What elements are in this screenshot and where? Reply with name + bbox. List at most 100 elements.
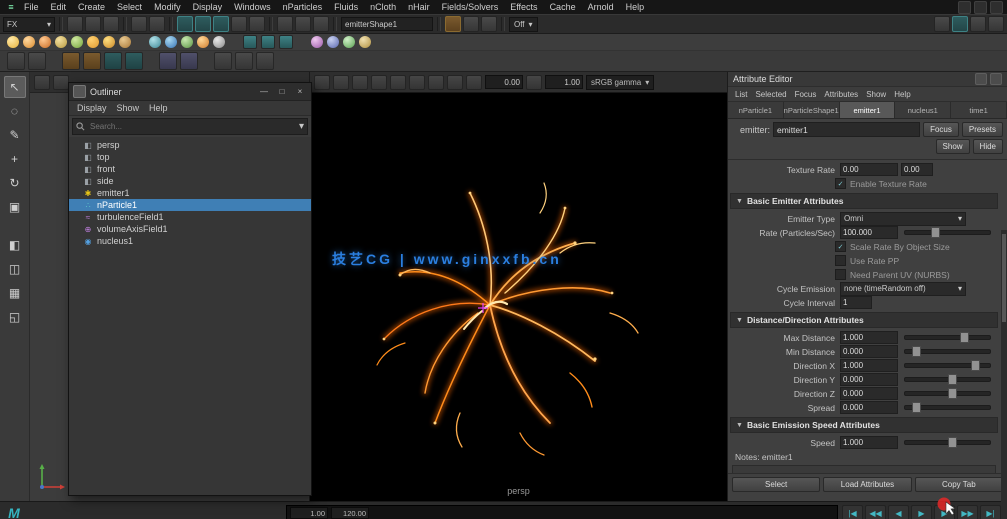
- scrollbar-thumb[interactable]: [1002, 234, 1006, 322]
- slider-knob[interactable]: [948, 374, 957, 385]
- paint-select-tool-icon[interactable]: ✎: [4, 124, 26, 146]
- exposure-field[interactable]: 0.00: [485, 75, 523, 89]
- shelf-emitter-icon[interactable]: [7, 36, 19, 48]
- layout-split-pane-icon[interactable]: ◱: [4, 306, 26, 328]
- menu-select[interactable]: Select: [111, 0, 148, 14]
- ae-menu-help[interactable]: Help: [890, 90, 914, 99]
- direction-z-field[interactable]: 0.000: [840, 387, 898, 400]
- menu-nparticles[interactable]: nParticles: [277, 0, 329, 14]
- max-distance-field[interactable]: 1.000: [840, 331, 898, 344]
- left-viewport-pane[interactable]: Outliner — □ × Display Show Help ▾: [30, 72, 310, 501]
- open-scene-icon[interactable]: [85, 16, 101, 32]
- snap-point-icon[interactable]: [213, 16, 229, 32]
- menu-file[interactable]: File: [18, 0, 45, 14]
- current-frame-field[interactable]: 1.00: [290, 507, 328, 519]
- layout-four-pane-icon[interactable]: ▦: [4, 282, 26, 304]
- max-distance-slider[interactable]: [904, 335, 991, 340]
- need-parent-uv-checkbox[interactable]: [835, 269, 846, 280]
- rate-field[interactable]: 100.000: [840, 226, 898, 239]
- outliner-search-bar[interactable]: ▾: [72, 118, 308, 135]
- use-rate-pp-checkbox[interactable]: [835, 255, 846, 266]
- gamma-icon[interactable]: [526, 75, 542, 90]
- view-transform-selector[interactable]: sRGB gamma ▾: [586, 75, 654, 90]
- tab-nucleus1[interactable]: nucleus1: [895, 102, 951, 118]
- grease-pencil-icon[interactable]: [447, 75, 463, 90]
- direction-x-field[interactable]: 1.000: [840, 359, 898, 372]
- snap-grid-icon[interactable]: [177, 16, 193, 32]
- shelf-fireworks-icon[interactable]: [55, 36, 67, 48]
- shelf-gravity-icon[interactable]: [327, 36, 339, 48]
- shelf-render-icon[interactable]: [62, 52, 80, 70]
- shelf-nconstraint-icon[interactable]: [261, 35, 275, 49]
- slider-knob[interactable]: [971, 360, 980, 371]
- tab-emitter1[interactable]: emitter1: [840, 102, 896, 118]
- symmetry-selector[interactable]: Off ▾: [509, 17, 538, 32]
- menu-ncloth[interactable]: nCloth: [364, 0, 402, 14]
- ae-menu-focus[interactable]: Focus: [791, 90, 821, 99]
- section-basic-emission-speed[interactable]: ▼ Basic Emission Speed Attributes: [730, 417, 998, 433]
- outliner-titlebar[interactable]: Outliner — □ ×: [69, 83, 311, 101]
- outliner-item-emitter1[interactable]: ✱ emitter1: [69, 187, 311, 199]
- select-camera-icon[interactable]: [314, 75, 330, 90]
- slider-knob[interactable]: [912, 402, 921, 413]
- shelf-playblast-icon[interactable]: [104, 52, 122, 70]
- play-button[interactable]: ▶: [911, 505, 932, 519]
- slider-knob[interactable]: [960, 332, 969, 343]
- shelf-paint-effects-icon[interactable]: [159, 52, 177, 70]
- camera-attributes-icon[interactable]: [352, 75, 368, 90]
- next-key-button[interactable]: ▶▶: [957, 505, 978, 519]
- scale-tool-icon[interactable]: ▣: [4, 196, 26, 218]
- outliner-item-nucleus1[interactable]: ◉ nucleus1: [69, 235, 311, 247]
- lasso-tool-icon[interactable]: ◌: [4, 100, 26, 122]
- copy-tab-button[interactable]: Copy Tab: [915, 477, 1003, 492]
- modeling-toolkit-icon[interactable]: [934, 16, 950, 32]
- spread-field[interactable]: 0.000: [840, 401, 898, 414]
- cycle-interval-field[interactable]: 1: [840, 296, 872, 309]
- two-d-pan-zoom-icon[interactable]: [409, 75, 425, 90]
- shelf-ncache-icon[interactable]: [279, 35, 293, 49]
- window-options-icon[interactable]: [990, 1, 1003, 14]
- snap-plane-icon[interactable]: [231, 16, 247, 32]
- output-operations-icon[interactable]: [295, 16, 311, 32]
- section-distance-direction[interactable]: ▼ Distance/Direction Attributes: [730, 312, 998, 328]
- shelf-hair-icon[interactable]: [180, 52, 198, 70]
- shelf-fire-icon[interactable]: [23, 36, 35, 48]
- shelf-tool-icon[interactable]: [28, 52, 46, 70]
- cycle-emission-dropdown[interactable]: none (timeRandom off) ▾: [840, 282, 966, 296]
- end-frame-field[interactable]: 120.00: [331, 507, 369, 519]
- outliner-list[interactable]: ◧ persp ◧ top ◧ front ◧ side: [69, 137, 311, 495]
- viewport-canvas[interactable]: 技艺CG | www.ginxxfb.cn persp: [310, 93, 727, 501]
- render-icon[interactable]: [445, 16, 461, 32]
- direction-y-field[interactable]: 0.000: [840, 373, 898, 386]
- shelf-nucleus-icon[interactable]: [243, 35, 257, 49]
- input-operations-icon[interactable]: [277, 16, 293, 32]
- tab-nparticle1[interactable]: nParticle1: [728, 102, 784, 118]
- spread-slider[interactable]: [904, 405, 991, 410]
- move-tool-icon[interactable]: +: [4, 148, 26, 170]
- previous-key-button[interactable]: ◀◀: [865, 505, 886, 519]
- menu-nhair[interactable]: nHair: [402, 0, 436, 14]
- workspace-icon[interactable]: [958, 1, 971, 14]
- outliner-item-side[interactable]: ◧ side: [69, 175, 311, 187]
- panel-options-icon[interactable]: [990, 73, 1002, 85]
- render-settings-icon[interactable]: [481, 16, 497, 32]
- outliner-item-nparticle1[interactable]: ∴ nParticle1: [69, 199, 311, 211]
- emitter-type-dropdown[interactable]: Omni ▾: [840, 212, 966, 226]
- attribute-editor-toggle-icon[interactable]: [952, 16, 968, 32]
- shelf-nparticle-icon[interactable]: [149, 36, 161, 48]
- shelf-nparticle-cloud-icon[interactable]: [181, 36, 193, 48]
- menu-modify[interactable]: Modify: [148, 0, 187, 14]
- outliner-item-front[interactable]: ◧ front: [69, 163, 311, 175]
- menu-windows[interactable]: Windows: [228, 0, 277, 14]
- slider-knob[interactable]: [948, 388, 957, 399]
- notes-textarea[interactable]: [732, 465, 996, 473]
- layout-two-pane-icon[interactable]: ◫: [4, 258, 26, 280]
- speed-slider[interactable]: [904, 440, 991, 445]
- image-plane-icon[interactable]: [390, 75, 406, 90]
- shelf-smoke-icon[interactable]: [39, 36, 51, 48]
- shelf-nparticle-balls-icon[interactable]: [165, 36, 177, 48]
- select-tool-icon[interactable]: ↖: [4, 76, 26, 98]
- selection-input[interactable]: [341, 17, 433, 31]
- min-distance-slider[interactable]: [904, 349, 991, 354]
- shelf-render-region-icon[interactable]: [83, 52, 101, 70]
